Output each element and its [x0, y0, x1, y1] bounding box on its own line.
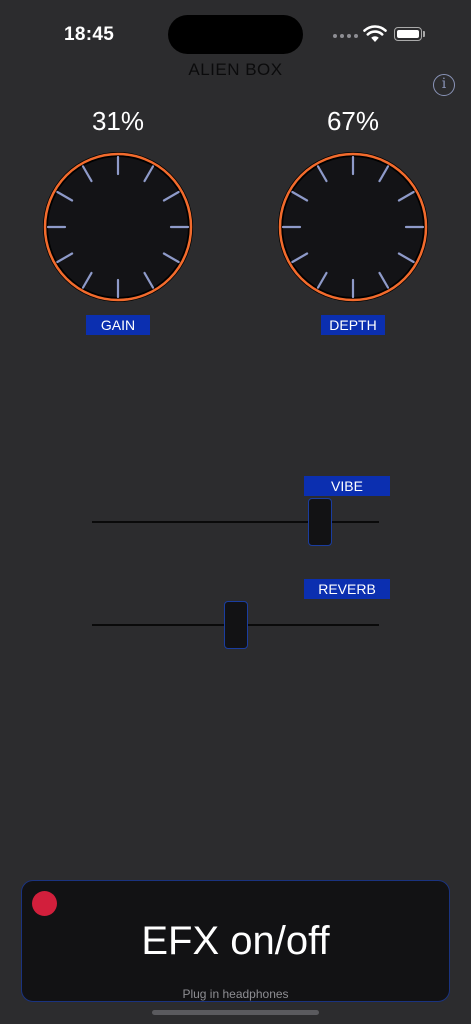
app-title: ALIEN BOX [188, 60, 283, 79]
depth-knob[interactable] [276, 150, 430, 304]
info-button[interactable]: i [433, 74, 455, 96]
wifi-icon [363, 25, 387, 42]
headphones-hint: Plug in headphones [182, 987, 289, 1001]
gain-label: GAIN [86, 315, 150, 335]
efx-toggle-button[interactable]: EFX on/off Plug in headphones [21, 880, 450, 1002]
gain-knob[interactable] [41, 150, 195, 304]
vibe-label: VIBE [304, 476, 390, 496]
efx-label: EFX on/off [141, 919, 330, 963]
record-indicator [32, 891, 57, 916]
cellular-signal-icon [333, 34, 358, 38]
home-indicator [152, 1010, 319, 1015]
status-bar: 18:45 [0, 0, 471, 60]
reverb-label: REVERB [304, 579, 390, 599]
depth-label: DEPTH [321, 315, 385, 335]
battery-icon [394, 27, 422, 41]
depth-value: 67% [326, 106, 380, 136]
reverb-slider-thumb[interactable] [223, 601, 248, 649]
gain-value: 31% [91, 106, 145, 136]
status-time: 18:45 [64, 24, 115, 45]
info-icon: i [441, 76, 447, 92]
dynamic-island [168, 15, 303, 54]
battery-tip [423, 31, 425, 37]
vibe-slider-track[interactable] [92, 521, 379, 523]
vibe-slider-thumb[interactable] [307, 498, 332, 546]
